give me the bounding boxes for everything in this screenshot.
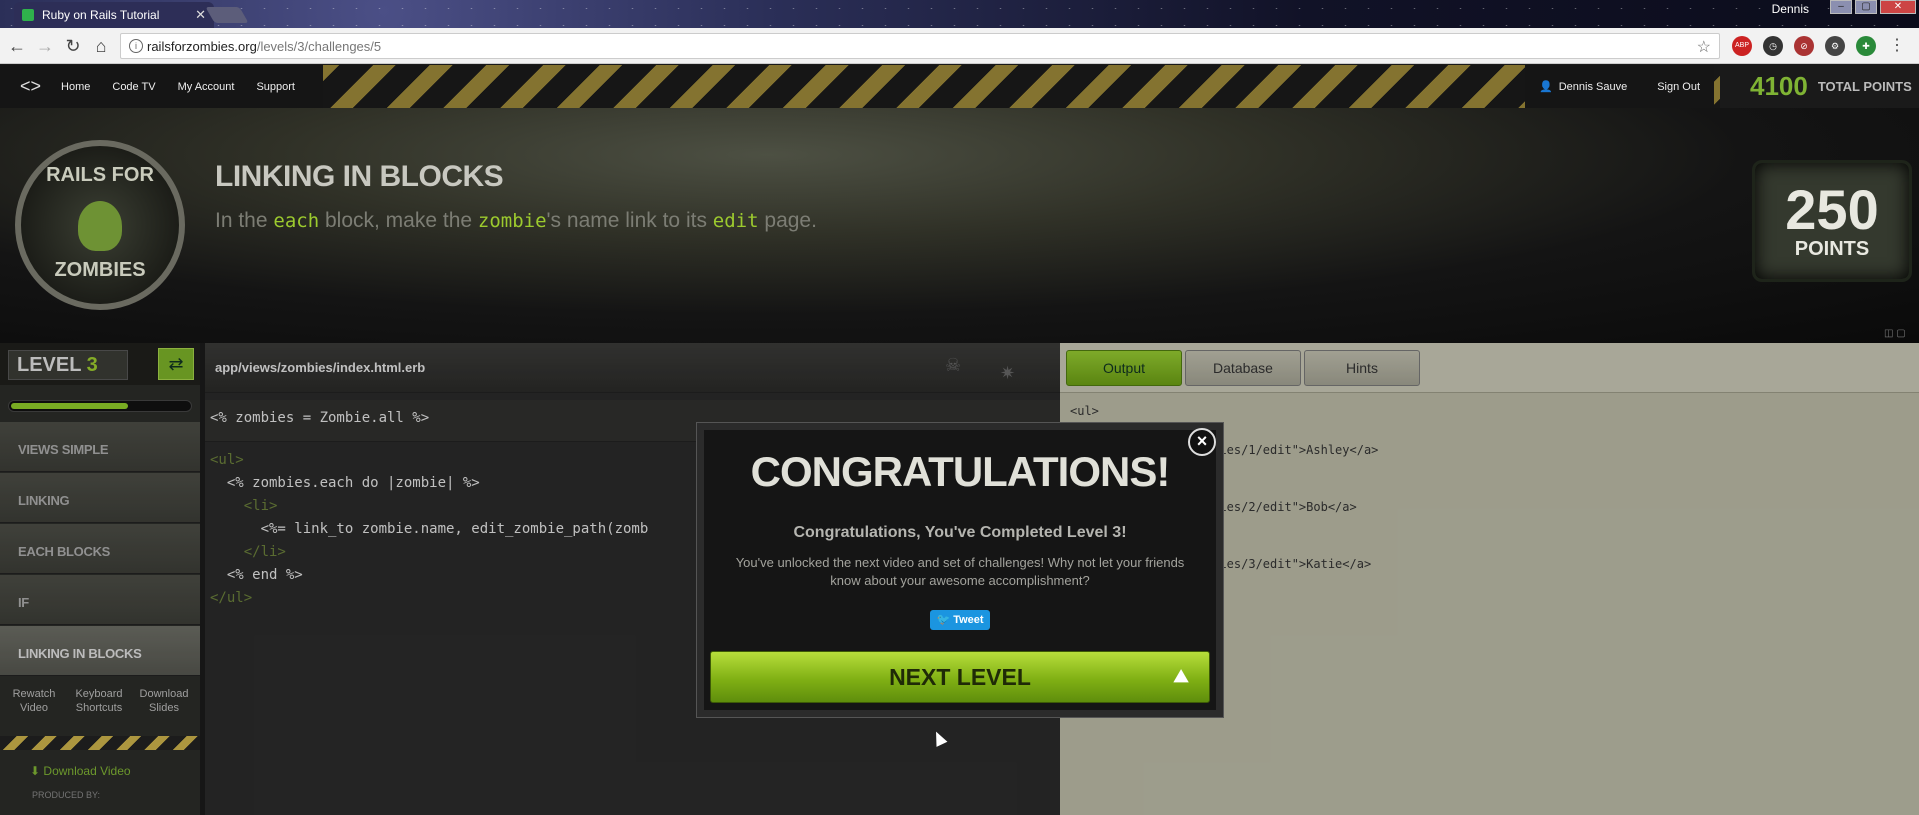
browser-tabbar xyxy=(0,0,1919,28)
challenge-points-badge: 250 POINTS xyxy=(1752,160,1912,282)
total-points-value: 4100 xyxy=(1750,71,1808,101)
logo-text-bottom: ZOMBIES xyxy=(54,259,146,281)
sign-out-link[interactable]: Sign Out xyxy=(1657,81,1700,93)
site-nav: <> Home Code TV My Account Support xyxy=(0,65,323,108)
next-level-button[interactable]: NEXT LEVEL ⛰ xyxy=(710,651,1210,703)
modal-body: You've unlocked the next video and set o… xyxy=(735,555,1185,588)
total-points: 4100 TOTAL POINTS xyxy=(1720,65,1919,108)
url-host: railsforzombies.org xyxy=(147,39,257,54)
window-close-button[interactable]: ✕ xyxy=(1880,0,1916,14)
browser-tab[interactable]: Ruby on Rails Tutorial ✕ xyxy=(14,2,214,28)
info-icon[interactable]: i xyxy=(129,39,143,53)
nav-home[interactable]: Home xyxy=(61,81,90,93)
modal-close-button[interactable]: × xyxy=(1188,428,1216,456)
challenge-title: LINKING IN BLOCKS xyxy=(215,160,504,193)
user-nav: 👤 Dennis Sauve Sign Out xyxy=(1525,65,1715,108)
back-icon[interactable]: ← xyxy=(6,36,28,57)
challenge-points-value: 250 xyxy=(1785,177,1879,241)
modal-title: CONGRATULATIONS! xyxy=(750,448,1171,495)
mountain-icon: ⛰ xyxy=(1173,666,1189,686)
nav-code-tv[interactable]: Code TV xyxy=(112,81,155,93)
address-bar-row: ← → ↻ ⌂ i railsforzombies.org/levels/3/c… xyxy=(0,28,1919,64)
challenge-description: In the each block, make the zombie's nam… xyxy=(215,209,817,232)
window-user[interactable]: Dennis xyxy=(1772,2,1809,16)
reload-icon[interactable]: ↻ xyxy=(62,36,84,57)
tab-title: Ruby on Rails Tutorial xyxy=(42,8,160,22)
clock-icon[interactable]: ◷ xyxy=(1763,36,1783,56)
user-name-link[interactable]: Dennis Sauve xyxy=(1559,81,1628,93)
twitter-bird-icon: 🐦 xyxy=(936,614,951,626)
tab-close-icon[interactable]: ✕ xyxy=(195,7,206,23)
nav-support[interactable]: Support xyxy=(256,81,295,93)
maximize-button[interactable]: ▢ xyxy=(1855,0,1877,14)
block-icon[interactable]: ⊘ xyxy=(1794,36,1814,56)
nav-my-account[interactable]: My Account xyxy=(178,81,235,93)
codeschool-logo-icon[interactable]: <> xyxy=(20,76,41,97)
rails-for-zombies-logo: RAILS FOR ZOMBIES xyxy=(15,140,185,310)
url-path: /levels/3/challenges/5 xyxy=(256,39,382,54)
pane-resize-icons[interactable]: ◫ ▢ xyxy=(1884,328,1906,339)
forward-icon[interactable]: → xyxy=(34,36,56,57)
menu-icon[interactable]: ⋮ xyxy=(1887,36,1907,56)
user-icon: 👤 xyxy=(1539,81,1553,93)
challenge-points-label: POINTS xyxy=(1794,237,1870,260)
gear-icon[interactable]: ⚙ xyxy=(1825,36,1845,56)
bookmark-star-icon[interactable]: ☆ xyxy=(1697,37,1711,57)
tweet-button[interactable]: 🐦 Tweet xyxy=(930,610,990,630)
adblock-icon[interactable]: ABP xyxy=(1732,36,1752,56)
minimize-button[interactable]: – xyxy=(1830,0,1852,14)
total-points-label: TOTAL POINTS xyxy=(1817,79,1912,94)
zombie-skull-icon xyxy=(78,201,122,251)
url-input[interactable]: i railsforzombies.org/levels/3/challenge… xyxy=(120,33,1720,59)
favicon-icon xyxy=(22,9,34,21)
puzzle-icon[interactable]: ✚ xyxy=(1856,36,1876,56)
home-icon[interactable]: ⌂ xyxy=(90,36,112,57)
modal-subtitle: Congratulations, You've Completed Level … xyxy=(793,524,1127,541)
logo-text-top: RAILS FOR xyxy=(46,164,154,186)
